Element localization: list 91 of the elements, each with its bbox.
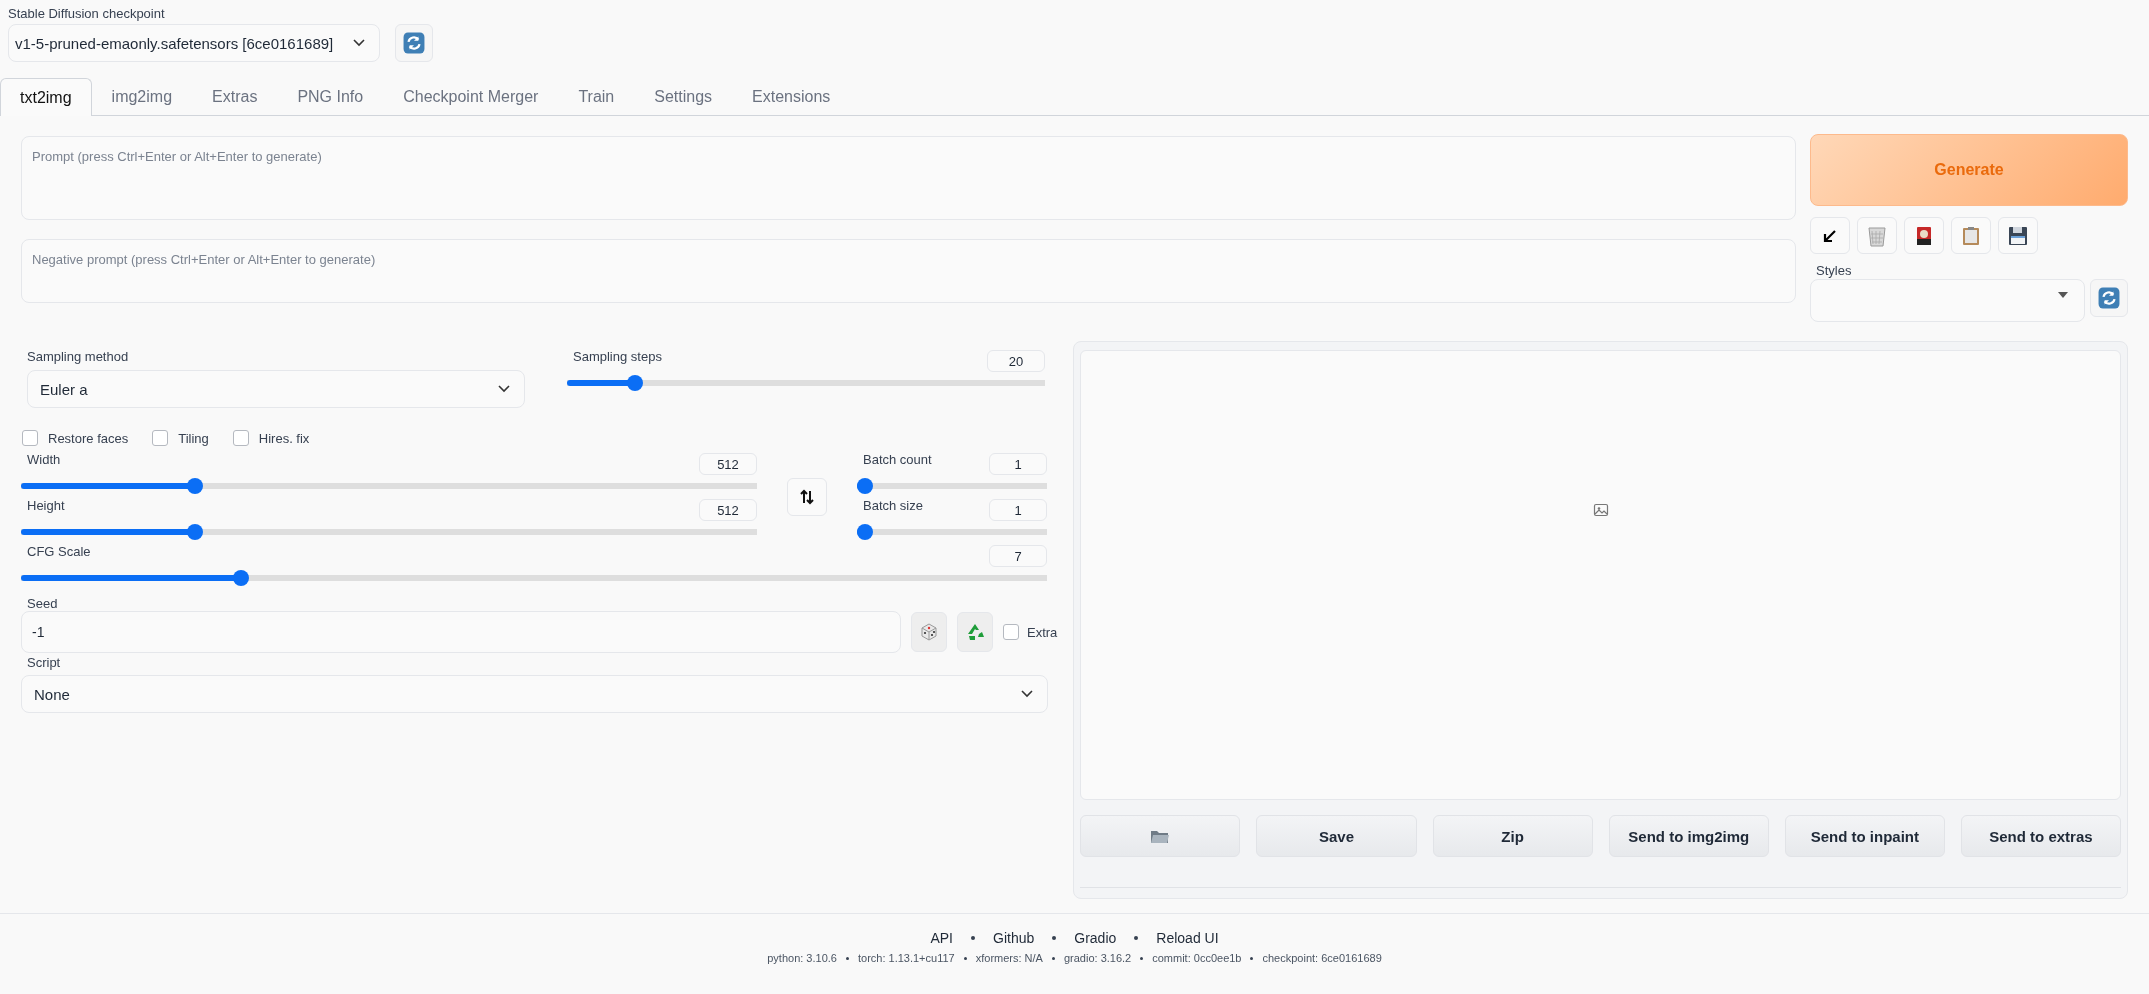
slider-thumb[interactable] — [186, 524, 203, 540]
output-button[interactable]: Save — [1256, 815, 1417, 857]
chevron-icon — [1021, 690, 1033, 698]
prompt-field[interactable]: Prompt (press Ctrl+Enter or Alt+Enter to generate) — [21, 136, 1796, 220]
refresh-button[interactable] — [2090, 279, 2128, 317]
refresh-icon — [2098, 287, 2121, 309]
checkbox-label: Hires. fix — [258, 430, 310, 446]
version-info: checkpoint: 6ce0161689 — [1262, 952, 1382, 964]
output-button[interactable]: Send to inpaint — [1784, 815, 1945, 857]
dice-icon — [919, 622, 939, 642]
tab[interactable]: Extras — [192, 78, 278, 115]
arrow-icon — [1822, 227, 1838, 244]
footer-link[interactable]: API — [930, 930, 953, 946]
tab[interactable]: img2img — [91, 78, 193, 115]
slider-label: Batch count — [862, 452, 932, 467]
swap-button[interactable] — [787, 478, 827, 516]
tab[interactable]: Extensions — [732, 78, 851, 115]
output-button[interactable]: Send to extras — [1960, 815, 2121, 857]
number-field[interactable]: 512 — [699, 499, 757, 521]
version-info: xformers: N/A — [975, 952, 1043, 964]
tool-button[interactable] — [1904, 217, 1944, 254]
number-field[interactable]: 7 — [989, 545, 1047, 567]
folder-icon — [1150, 828, 1171, 844]
slider-label: CFG Scale — [26, 544, 91, 559]
number-field[interactable]: 20 — [987, 350, 1045, 372]
tool-button[interactable] — [1810, 217, 1850, 254]
footer-link[interactable]: Gradio — [1074, 930, 1117, 946]
refresh-icon — [403, 32, 426, 54]
separator-dot — [963, 956, 967, 960]
caret-icon — [2058, 292, 2069, 298]
chevron-icon — [353, 39, 366, 47]
separator-dot — [1250, 956, 1254, 960]
field-label: Styles — [1815, 263, 1853, 278]
tab[interactable]: PNG Info — [277, 78, 384, 115]
output-button[interactable]: Send to img2img — [1608, 815, 1769, 857]
tab[interactable]: Checkpoint Merger — [383, 78, 559, 115]
slider-thumb[interactable] — [186, 478, 203, 494]
slider-label: Width — [26, 452, 61, 467]
field-label: Seed — [26, 596, 59, 611]
version-info: gradio: 3.16.2 — [1063, 952, 1132, 964]
slider-label: Sampling steps — [572, 349, 662, 364]
field-label: Script — [26, 655, 62, 670]
recycle-icon — [965, 622, 985, 642]
output-button[interactable]: Zip — [1432, 815, 1593, 857]
separator-dot — [1134, 936, 1139, 940]
checkbox[interactable] — [22, 430, 38, 446]
checkbox-label: Restore faces — [48, 430, 129, 446]
checkbox-label: Tiling — [178, 430, 209, 446]
swap-arrows-icon — [799, 489, 815, 505]
separator-dot — [1140, 956, 1144, 960]
sampling-method-dropdown[interactable]: Euler a — [27, 370, 525, 408]
number-field[interactable]: 1 — [989, 499, 1047, 521]
separator-dot — [845, 956, 849, 960]
version-info: commit: 0cc0ee1b — [1152, 952, 1242, 964]
checkbox[interactable] — [232, 430, 249, 446]
field-label: Sampling method — [27, 349, 130, 364]
image-icon — [1592, 502, 1609, 518]
separator-dot — [971, 936, 975, 940]
script-dropdown[interactable]: None — [21, 675, 1048, 713]
random-seed-button[interactable] — [911, 612, 947, 652]
checkpoint-dropdown[interactable]: v1-5-pruned-emaonly.safetensors [6ce0161689] — [8, 24, 381, 62]
field-label: Stable Diffusion checkpoint — [8, 6, 166, 21]
slider-thumb[interactable] — [857, 478, 873, 494]
slider-thumb[interactable] — [857, 524, 873, 540]
footer-link[interactable]: Reload UI — [1156, 930, 1219, 946]
footer-link[interactable]: Github — [993, 930, 1035, 946]
checkbox-label: Extra — [1027, 624, 1058, 640]
slider-label: Batch size — [862, 498, 923, 513]
seed-field[interactable]: -1 — [21, 611, 901, 653]
checkbox[interactable] — [152, 430, 169, 446]
tool-button[interactable] — [1998, 217, 2038, 254]
chevron-icon — [498, 385, 510, 393]
slider-thumb[interactable] — [233, 570, 250, 586]
version-info: python: 3.10.6 — [767, 952, 837, 964]
tab[interactable]: Settings — [634, 78, 733, 115]
trash-icon — [1867, 224, 1887, 247]
card-icon — [1916, 225, 1932, 246]
checkbox[interactable] — [1003, 624, 1019, 640]
separator-dot — [1052, 936, 1057, 940]
number-field[interactable]: 512 — [699, 453, 757, 475]
number-field[interactable]: 1 — [989, 453, 1047, 475]
slider-thumb[interactable] — [627, 375, 644, 391]
reuse-seed-button[interactable] — [957, 612, 993, 652]
tab[interactable]: txt2img — [0, 78, 92, 116]
tab[interactable]: Train — [558, 78, 635, 115]
version-info: torch: 1.13.1+cu117 — [857, 952, 955, 964]
negative-prompt-field[interactable]: Negative prompt (press Ctrl+Enter or Alt+Enter to generate) — [21, 239, 1796, 303]
slider-label: Height — [26, 498, 65, 513]
separator-dot — [1051, 956, 1055, 960]
refresh-button[interactable] — [395, 24, 434, 62]
clipboard-icon — [1962, 225, 1980, 246]
